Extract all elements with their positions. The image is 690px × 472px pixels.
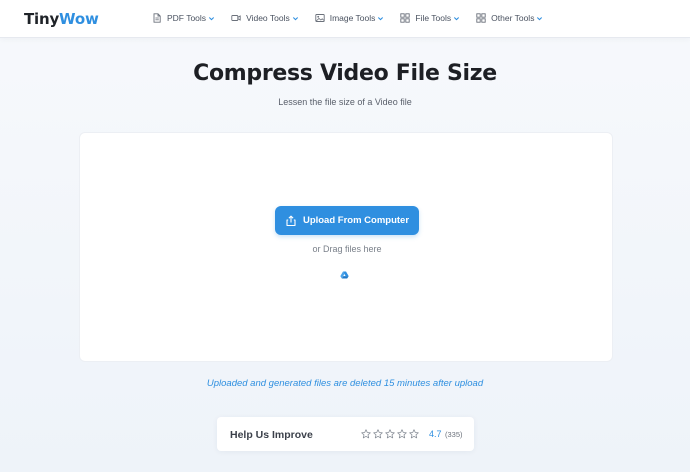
- rating-stars: [361, 429, 421, 439]
- rating-title: Help Us Improve: [230, 429, 313, 441]
- rating-widget: Help Us Improve 4.7 (335): [217, 417, 474, 451]
- chevron-down-icon: [292, 16, 298, 20]
- logo[interactable]: TinyWow: [24, 10, 99, 28]
- nav-label: Other Tools: [491, 13, 535, 23]
- upload-from-computer-button[interactable]: Upload From Computer: [275, 206, 419, 235]
- chevron-down-icon: [209, 16, 215, 20]
- grid-icon: [400, 13, 411, 23]
- nav-pdf-tools[interactable]: PDF Tools: [152, 13, 215, 23]
- google-drive-icon[interactable]: [340, 271, 349, 279]
- nav-label: Video Tools: [246, 13, 290, 23]
- file-deletion-notice: Uploaded and generated files are deleted…: [206, 378, 484, 389]
- grid-icon: [476, 13, 486, 23]
- upload-button-label: Upload From Computer: [302, 215, 410, 226]
- star-icon[interactable]: [409, 429, 419, 439]
- nav-video-tools[interactable]: Video Tools: [231, 13, 299, 23]
- star-icon[interactable]: [385, 429, 395, 439]
- rating-score: 4.7: [429, 429, 442, 439]
- upload-dropzone[interactable]: Upload From Computer or Drag files here: [79, 132, 613, 362]
- star-icon[interactable]: [373, 429, 383, 439]
- nav-label: PDF Tools: [167, 13, 207, 23]
- top-header: TinyWow PDF Tools Video Tools Image Tool…: [0, 0, 690, 38]
- page-title: Compress Video File Size: [193, 61, 497, 86]
- upload-icon: [286, 215, 296, 226]
- video-camera-icon: [231, 15, 241, 21]
- logo-part-1: Tiny: [24, 10, 60, 28]
- main-nav: PDF Tools Video Tools Image Tools File T…: [152, 0, 559, 36]
- nav-label: File Tools: [415, 13, 452, 23]
- drag-files-hint: or Drag files here: [312, 244, 382, 254]
- chevron-down-icon: [454, 16, 460, 20]
- nav-label: Image Tools: [329, 13, 376, 23]
- star-icon[interactable]: [361, 429, 371, 439]
- star-icon[interactable]: [397, 429, 407, 439]
- rating-count: (335): [445, 430, 463, 439]
- nav-other-tools[interactable]: Other Tools: [476, 13, 543, 23]
- chevron-down-icon: [537, 16, 543, 20]
- chevron-down-icon: [378, 16, 384, 20]
- logo-part-2: Wow: [59, 10, 99, 28]
- document-icon: [153, 13, 161, 23]
- page-subtitle: Lessen the file size of a Video file: [278, 97, 412, 107]
- nav-image-tools[interactable]: Image Tools: [315, 13, 385, 23]
- nav-file-tools[interactable]: File Tools: [400, 13, 460, 23]
- image-icon: [315, 14, 325, 22]
